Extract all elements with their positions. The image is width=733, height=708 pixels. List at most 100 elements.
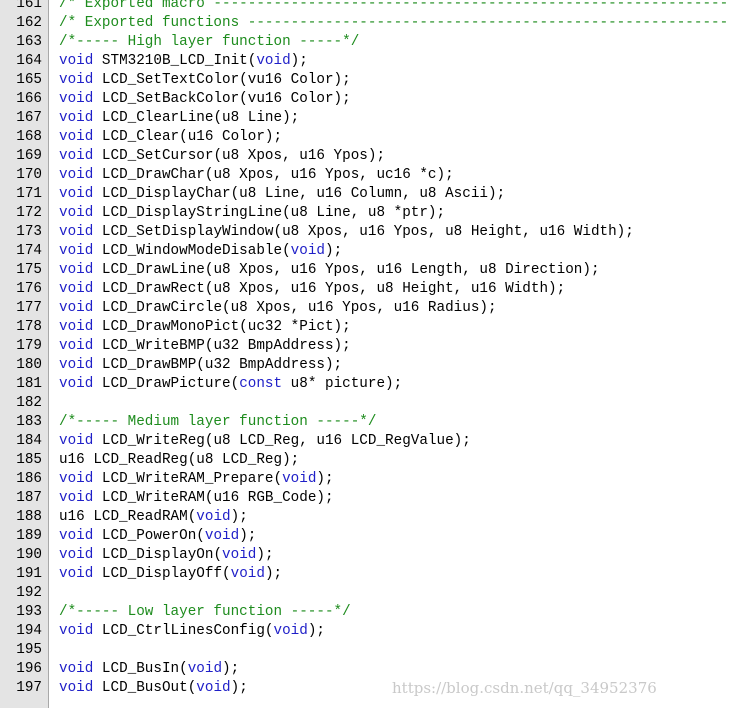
code-line[interactable]: 172 void LCD_DisplayStringLine(u8 Line, u… <box>0 204 733 223</box>
code-line[interactable]: 185 u16 LCD_ReadReg(u8 LCD_Reg); <box>0 451 733 470</box>
line-code: void LCD_PowerOn(void); <box>59 527 256 546</box>
code-line[interactable]: 180 void LCD_DrawBMP(u32 BmpAddress); <box>0 356 733 375</box>
code-line[interactable]: 181 void LCD_DrawPicture(const u8* pictur… <box>0 375 733 394</box>
code-line[interactable]: 164 void STM3210B_LCD_Init(void); <box>0 52 733 71</box>
code-token: LCD_WriteRAM(u16 RGB_Code); <box>93 490 334 506</box>
code-line[interactable]: 193 /*----- Low layer function -----*/ <box>0 603 733 622</box>
keyword-token: void <box>59 167 94 183</box>
line-code: void LCD_DrawRect(u8 Xpos, u16 Ypos, u8 … <box>59 280 565 299</box>
code-line[interactable]: 192 <box>0 584 733 603</box>
line-number: 192 <box>16 585 42 601</box>
line-number: 167 <box>16 110 42 126</box>
keyword-token: void <box>59 224 94 240</box>
line-code: void LCD_DisplayOn(void); <box>59 546 274 565</box>
line-number: 196 <box>16 661 42 677</box>
line-number: 169 <box>16 148 42 164</box>
code-token: LCD_CtrlLinesConfig( <box>93 623 274 639</box>
code-token: LCD_DisplayChar(u8 Line, u16 Column, u8 … <box>93 186 506 202</box>
code-line[interactable]: 177 void LCD_DrawCircle(u8 Xpos, u16 Ypos… <box>0 299 733 318</box>
keyword-token: void <box>222 547 257 563</box>
line-code: /*----- High layer function -----*/ <box>59 33 359 52</box>
code-line[interactable]: 163 /*----- High layer function -----*/ <box>0 33 733 52</box>
code-line[interactable]: 184 void LCD_WriteReg(u8 LCD_Reg, u16 LCD… <box>0 432 733 451</box>
code-line[interactable]: 196 void LCD_BusIn(void); <box>0 660 733 679</box>
code-token: u16 LCD_ReadReg(u8 LCD_Reg); <box>59 452 300 468</box>
code-token: LCD_ClearLine(u8 Line); <box>93 110 300 126</box>
code-token: u16 LCD_ReadRAM( <box>59 509 197 525</box>
comment-token: /*----- Low layer function -----*/ <box>59 604 351 620</box>
line-number: 168 <box>16 129 42 145</box>
code-line[interactable]: 186 void LCD_WriteRAM_Prepare(void); <box>0 470 733 489</box>
line-code: /* Exported functions ------------------… <box>59 14 728 33</box>
code-line[interactable]: 161 /* Exported macro -------------------… <box>0 0 733 14</box>
line-number: 163 <box>16 34 42 50</box>
line-code: u16 LCD_ReadReg(u8 LCD_Reg); <box>59 451 299 470</box>
line-number: 177 <box>16 300 42 316</box>
code-token: ); <box>239 528 257 544</box>
code-line[interactable]: 189 void LCD_PowerOn(void); <box>0 527 733 546</box>
keyword-token: void <box>59 205 94 221</box>
line-number: 166 <box>16 91 42 107</box>
code-token: LCD_DisplayStringLine(u8 Line, u8 *ptr); <box>93 205 446 221</box>
keyword-token: void <box>59 661 94 677</box>
code-token: LCD_DrawChar(u8 Xpos, u16 Ypos, uc16 *c)… <box>93 167 454 183</box>
line-number: 162 <box>16 15 42 31</box>
code-token: LCD_DrawRect(u8 Xpos, u16 Ypos, u8 Heigh… <box>93 281 566 297</box>
code-line[interactable]: 183 /*----- Medium layer function -----*/ <box>0 413 733 432</box>
code-line[interactable]: 182 <box>0 394 733 413</box>
code-token: LCD_WriteReg(u8 LCD_Reg, u16 LCD_RegValu… <box>93 433 471 449</box>
code-line[interactable]: 169 void LCD_SetCursor(u8 Xpos, u16 Ypos)… <box>0 147 733 166</box>
line-code: /*----- Low layer function -----*/ <box>59 603 351 622</box>
line-code: void LCD_WindowModeDisable(void); <box>59 242 342 261</box>
line-number: 180 <box>16 357 42 373</box>
line-number: 181 <box>16 376 42 392</box>
line-number: 176 <box>16 281 42 297</box>
keyword-token: void <box>204 528 240 544</box>
code-token: LCD_DrawMonoPict(uc32 *Pict); <box>93 319 351 335</box>
code-token: LCD_DrawLine(u8 Xpos, u16 Ypos, u16 Leng… <box>93 262 600 278</box>
keyword-token: void <box>59 110 94 126</box>
code-line[interactable]: 166 void LCD_SetBackColor(vu16 Color); <box>0 90 733 109</box>
code-line[interactable]: 168 void LCD_Clear(u16 Color); <box>0 128 733 147</box>
code-editor[interactable]: 161 /* Exported macro -------------------… <box>0 0 733 708</box>
line-number: 191 <box>16 566 42 582</box>
code-line[interactable]: 176 void LCD_DrawRect(u8 Xpos, u16 Ypos, … <box>0 280 733 299</box>
code-line[interactable]: 195 <box>0 641 733 660</box>
keyword-token: void <box>59 53 94 69</box>
line-code: void LCD_CtrlLinesConfig(void); <box>59 622 325 641</box>
code-line[interactable]: 191 void LCD_DisplayOff(void); <box>0 565 733 584</box>
line-code: void LCD_DrawCircle(u8 Xpos, u16 Ypos, u… <box>59 299 497 318</box>
code-line[interactable]: 170 void LCD_DrawChar(u8 Xpos, u16 Ypos, … <box>0 166 733 185</box>
code-line[interactable]: 173 void LCD_SetDisplayWindow(u8 Xpos, u1… <box>0 223 733 242</box>
code-token: LCD_DisplayOff( <box>93 566 231 582</box>
code-token: LCD_DrawPicture( <box>93 376 240 392</box>
code-line[interactable]: 171 void LCD_DisplayChar(u8 Line, u16 Col… <box>0 185 733 204</box>
line-number: 173 <box>16 224 42 240</box>
keyword-token: void <box>282 471 317 487</box>
code-line[interactable]: 162 /* Exported functions ---------------… <box>0 14 733 33</box>
keyword-token: void <box>196 680 231 696</box>
line-number: 182 <box>16 395 42 411</box>
line-number: 170 <box>16 167 42 183</box>
line-code: void LCD_WriteBMP(u32 BmpAddress); <box>59 337 351 356</box>
line-number: 172 <box>16 205 42 221</box>
keyword-token: void <box>290 243 325 259</box>
code-line[interactable]: 175 void LCD_DrawLine(u8 Xpos, u16 Ypos, … <box>0 261 733 280</box>
keyword-token: void <box>59 129 94 145</box>
line-number: 190 <box>16 547 42 563</box>
code-line[interactable]: 178 void LCD_DrawMonoPict(uc32 *Pict); <box>0 318 733 337</box>
code-token: LCD_WriteRAM_Prepare( <box>93 471 283 487</box>
code-line[interactable]: 174 void LCD_WindowModeDisable(void); <box>0 242 733 261</box>
code-line[interactable]: 167 void LCD_ClearLine(u8 Line); <box>0 109 733 128</box>
line-code: void LCD_WriteRAM(u16 RGB_Code); <box>59 489 334 508</box>
code-line[interactable]: 190 void LCD_DisplayOn(void); <box>0 546 733 565</box>
code-line[interactable]: 179 void LCD_WriteBMP(u32 BmpAddress); <box>0 337 733 356</box>
code-line[interactable]: 187 void LCD_WriteRAM(u16 RGB_Code); <box>0 489 733 508</box>
code-line[interactable]: 188 u16 LCD_ReadRAM(void); <box>0 508 733 527</box>
comment-token: /* Exported macro ----------------------… <box>59 0 729 12</box>
code-line[interactable]: 194 void LCD_CtrlLinesConfig(void); <box>0 622 733 641</box>
code-token: LCD_PowerOn( <box>93 528 205 544</box>
line-number: 161 <box>16 0 42 12</box>
code-line[interactable]: 165 void LCD_SetTextColor(vu16 Color); <box>0 71 733 90</box>
keyword-token: void <box>59 528 94 544</box>
